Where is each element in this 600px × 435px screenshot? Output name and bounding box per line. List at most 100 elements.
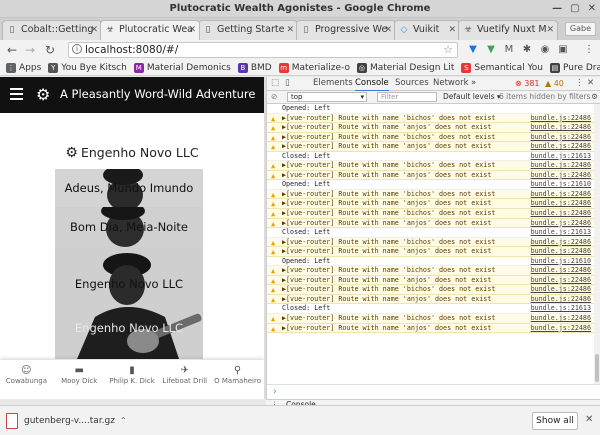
tab-close-icon[interactable]: ✕ (546, 21, 554, 39)
bottom-nav-philip-k-dick[interactable]: ▮ Philip K. Dick (106, 360, 159, 399)
card-item[interactable]: Bom Dia, Meia-Noite (55, 207, 203, 247)
console-source-link[interactable]: bundle.js:22486 (531, 219, 591, 229)
console-source-link[interactable]: bundle.js:21610 (531, 257, 591, 267)
show-all-button[interactable]: Show all (532, 412, 578, 430)
scrollbar-thumb[interactable] (595, 354, 599, 382)
tab-plutocratic[interactable]: ☣ Plutocratic Wea ✕ (100, 20, 200, 40)
download-item[interactable]: gutenberg-v....tar.gz ⌃ (6, 410, 134, 432)
console-source-link[interactable]: bundle.js:22486 (531, 171, 591, 181)
more-tabs-icon[interactable]: » (471, 77, 476, 90)
console-source-link[interactable]: bundle.js:21613 (531, 152, 591, 162)
hamburger-menu-icon[interactable] (10, 88, 23, 100)
devtools-close-icon[interactable]: ✕ (587, 77, 594, 90)
console-row[interactable]: ▲ ▶[vue-router] Route with name 'anjos' d… (267, 123, 595, 133)
devtools-tab-sources[interactable]: Sources (395, 77, 429, 90)
tab-close-icon[interactable]: ✕ (448, 21, 456, 39)
devtools-tab-console[interactable]: Console (355, 77, 389, 92)
console-settings-icon[interactable]: ⚙ (591, 91, 598, 103)
devtools-menu-icon[interactable]: ⋮ (575, 77, 584, 90)
console-source-link[interactable]: bundle.js:22486 (531, 285, 591, 295)
console-source-link[interactable]: bundle.js:22486 (531, 324, 591, 334)
menu-dots-icon[interactable]: ⋮ (582, 43, 596, 57)
tab-close-icon[interactable]: ✕ (384, 21, 392, 39)
extension-square-icon[interactable]: ▣ (556, 43, 570, 57)
console-source-link[interactable]: bundle.js:22486 (531, 142, 591, 152)
console-source-link[interactable]: bundle.js:22486 (531, 114, 591, 124)
console-row[interactable]: ▲ ▶[vue-router] Route with name 'bichos' … (267, 209, 595, 219)
console-row[interactable]: ▲ ▶[vue-router] Route with name 'bichos' … (267, 314, 595, 324)
console-row[interactable]: Opened: Left bundle.js:21610 (267, 180, 595, 190)
console-source-link[interactable]: bundle.js:22486 (531, 238, 591, 248)
bottom-nav-o-mamaheiro[interactable]: ⚲ O Mamaheiro (211, 360, 264, 399)
console-source-link[interactable]: bundle.js:22486 (531, 190, 591, 200)
console-source-link[interactable]: bundle.js:22486 (531, 133, 591, 143)
console-row[interactable]: ▲ ▶[vue-router] Route with name 'anjos' d… (267, 142, 595, 152)
tab-close-icon[interactable]: ✕ (286, 21, 294, 39)
console-row[interactable]: Closed: Left bundle.js:21613 (267, 228, 595, 238)
star-icon[interactable]: ☆ (443, 43, 453, 57)
console-row[interactable]: ▲ ▶[vue-router] Route with name 'anjos' d… (267, 199, 595, 210)
chevron-up-icon[interactable]: ⌃ (120, 410, 127, 432)
close-icon[interactable]: ✕ (588, 0, 596, 18)
console-source-link[interactable]: bundle.js:21610 (531, 180, 591, 190)
bookmark-apps[interactable]: ⋮ Apps (6, 62, 41, 73)
extension-v-icon[interactable]: ▼ (466, 43, 480, 57)
tab-vuikit[interactable]: ◇ Vuikit ✕ (394, 20, 460, 40)
error-count-badge[interactable]: ⊗ 381 (515, 77, 540, 90)
console-row[interactable]: ▲ ▶[vue-router] Route with name 'bichos' … (267, 132, 595, 143)
console-source-link[interactable]: bundle.js:22486 (531, 123, 591, 133)
close-downloads-icon[interactable]: ✕ (585, 414, 593, 425)
address-bar[interactable]: i localhost:8080/#/ ☆ (68, 42, 458, 58)
console-row[interactable]: ▲ ▶[vue-router] Route with name 'anjos' d… (267, 294, 595, 305)
console-row[interactable]: ▲ ▶[vue-router] Route with name 'bichos' … (267, 189, 595, 200)
forward-icon[interactable]: → (22, 42, 38, 58)
console-row[interactable]: Closed: Left bundle.js:21613 (267, 151, 595, 162)
card-item[interactable]: Engenho Novo LLC Engenho Novo LLC (55, 247, 203, 359)
devtools-tab-elements[interactable]: Elements (313, 77, 353, 90)
console-row[interactable]: ▲ ▶[vue-router] Route with name 'anjos' d… (267, 323, 595, 334)
bookmark-you-bye-kitsch[interactable]: Y You Bye Kitsch (48, 62, 127, 73)
device-toolbar-icon[interactable]: ▯ (285, 77, 290, 90)
console-row[interactable]: ▲ ▶[vue-router] Route with name 'anjos' d… (267, 247, 595, 257)
bottom-nav-mooy-dick[interactable]: ▬ Mooy Dick (53, 360, 106, 399)
reload-icon[interactable]: ↻ (42, 42, 58, 58)
console-row[interactable]: ▲ ▶[vue-router] Route with name 'bichos' … (267, 266, 595, 276)
extension-vue-icon[interactable]: ▼ (484, 43, 498, 57)
console-row[interactable]: ▲ ▶[vue-router] Route with name 'bichos' … (267, 285, 595, 295)
console-row[interactable]: ▲ ▶[vue-router] Route with name 'anjos' d… (267, 170, 595, 181)
warning-count-badge[interactable]: ▲ 40 (545, 77, 564, 90)
console-row[interactable]: Opened: Left (267, 104, 595, 114)
tab-getting-started[interactable]: ▯ Getting Starte ✕ (198, 20, 298, 40)
inspect-icon[interactable]: ⬚ (271, 77, 279, 90)
extension-lens-icon[interactable]: ◉ (538, 43, 552, 57)
bookmark-semantical-you[interactable]: S Semantical You (461, 62, 543, 73)
console-row[interactable]: ▲ ▶[vue-router] Route with name 'anjos' d… (267, 275, 595, 286)
log-levels-select[interactable]: Default levels ▾ (443, 91, 501, 103)
tab-vuetify-nuxt[interactable]: ☣ Vuetify Nuxt M ✕ (458, 20, 558, 40)
console-source-link[interactable]: bundle.js:22486 (531, 209, 591, 219)
bottom-nav-cowabunga[interactable]: ☺ Cowabunga (0, 360, 53, 399)
console-source-link[interactable]: bundle.js:22486 (531, 266, 591, 276)
bookmark-materialize[interactable]: m Materialize-o (278, 62, 350, 73)
card-item[interactable]: Adeus, Mundo Imundo (55, 169, 203, 207)
tab-close-icon[interactable]: ✕ (90, 21, 98, 39)
console-row[interactable]: ▲ ▶[vue-router] Route with name 'anjos' d… (267, 218, 595, 229)
tab-close-icon[interactable]: ✕ (188, 21, 196, 39)
bottom-nav-lifeboat-drill[interactable]: ✈ Lifeboat Drill (158, 360, 211, 399)
console-row[interactable]: ▲ ▶[vue-router] Route with name 'bichos' … (267, 161, 595, 171)
bookmark-material-design-lite[interactable]: ◎ Material Design Lit (356, 62, 454, 73)
bookmark-material-demonics[interactable]: M Material Demonics (133, 62, 231, 73)
console-row[interactable]: Closed: Left bundle.js:21613 (267, 304, 595, 315)
extension-puzzle-icon[interactable]: ✱ (520, 43, 534, 57)
extension-m-icon[interactable]: M (502, 43, 516, 57)
context-select[interactable]: top ▾ (287, 92, 367, 102)
bookmark-bmd[interactable]: B BMD (237, 62, 272, 73)
tab-cobalt[interactable]: ▯ Cobalt::Getting ✕ (2, 20, 102, 40)
console-row[interactable]: ▲ ▶[vue-router] Route with name 'bichos' … (267, 113, 595, 124)
console-source-link[interactable]: bundle.js:22486 (531, 295, 591, 305)
console-row[interactable]: ▲ ▶[vue-router] Route with name 'bichos' … (267, 237, 595, 248)
console-row[interactable]: Opened: Left bundle.js:21610 (267, 256, 595, 267)
tab-progressive[interactable]: ▯ Progressive We ✕ (296, 20, 396, 40)
clear-console-icon[interactable]: ⊘ (271, 91, 277, 103)
console-source-link[interactable]: bundle.js:21613 (531, 228, 591, 238)
